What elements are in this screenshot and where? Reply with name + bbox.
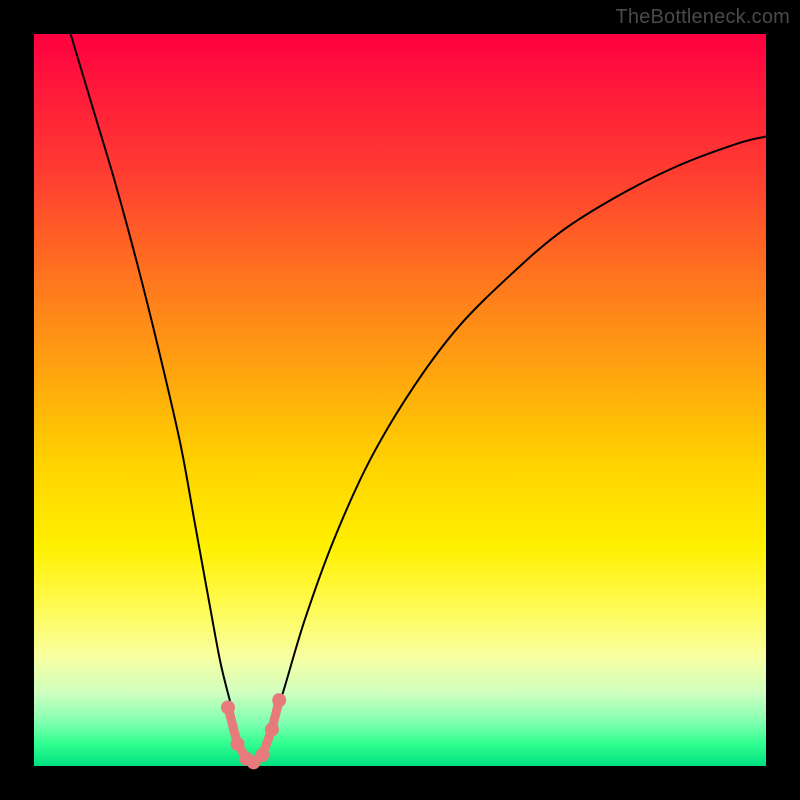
min-marker-dot [255,748,269,762]
min-marker-dot [265,722,279,736]
bottleneck-curve [71,34,766,766]
watermark-text: TheBottleneck.com [615,6,790,29]
bottleneck-curve-svg [34,34,766,766]
chart-plot-area [34,34,766,766]
min-markers-group [221,693,286,769]
min-marker-dot [221,700,235,714]
min-marker-dot [230,737,244,751]
min-marker-dot [272,693,286,707]
